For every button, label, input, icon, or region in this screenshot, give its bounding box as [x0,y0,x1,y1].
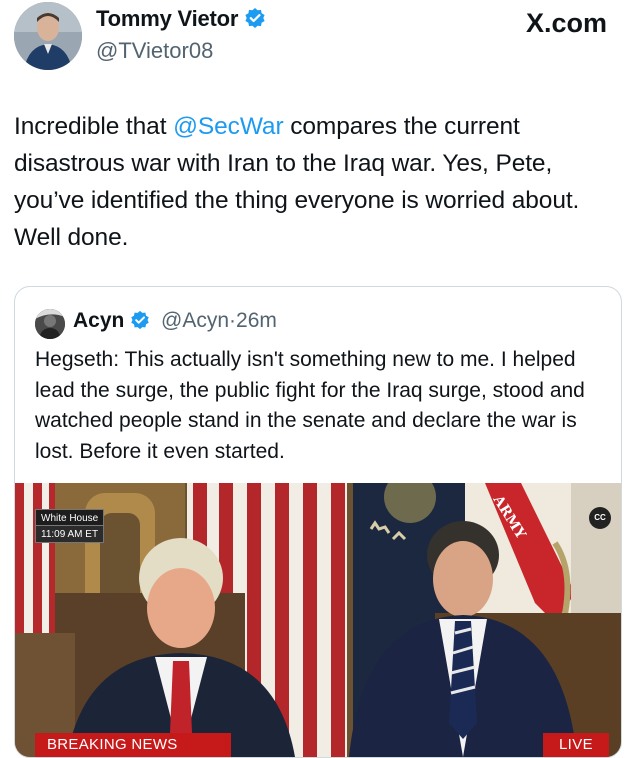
quoted-tweet[interactable]: Acyn @Acyn·26m Hegseth: This actually is… [14,286,622,758]
tweet-text: Incredible that @SecWar compares the cur… [14,108,614,256]
quote-timestamp[interactable]: 26m [236,309,277,332]
video-frame-image [15,483,621,757]
author-name[interactable]: Tommy Vietor [96,6,266,35]
quote-author-name-text[interactable]: Acyn [73,309,124,332]
source-badge: X.com [525,8,607,38]
quote-author-handle[interactable]: @Acyn [161,309,229,332]
svg-text:ARMY: ARMY [489,492,527,543]
quote-separator: · [229,309,237,332]
verified-badge-icon [130,310,150,336]
video-media[interactable]: White House 11:09 AM ET CC ARMY BREAKING… [15,483,621,757]
author-name-text[interactable]: Tommy Vietor [96,6,238,31]
tweet-text-before: Incredible that [14,113,174,140]
closed-captions-icon[interactable]: CC [589,507,611,529]
time-tag: 11:09 AM ET [35,525,105,543]
quote-meta: @Acyn·26m [161,309,277,333]
quote-author-avatar[interactable] [35,309,65,339]
quote-text: Hegseth: This actually isn't something n… [35,348,585,463]
breaking-news-label: BREAKING NEWS [35,733,231,757]
author-handle[interactable]: @TVietor08 [96,38,213,64]
live-label: LIVE [543,733,609,757]
army-banner-text: ARMY [489,492,527,543]
mention-link[interactable]: @SecWar [173,113,283,140]
verified-badge-icon [244,7,266,35]
author-avatar[interactable] [14,2,82,70]
quote-author-name[interactable]: Acyn [73,309,150,336]
